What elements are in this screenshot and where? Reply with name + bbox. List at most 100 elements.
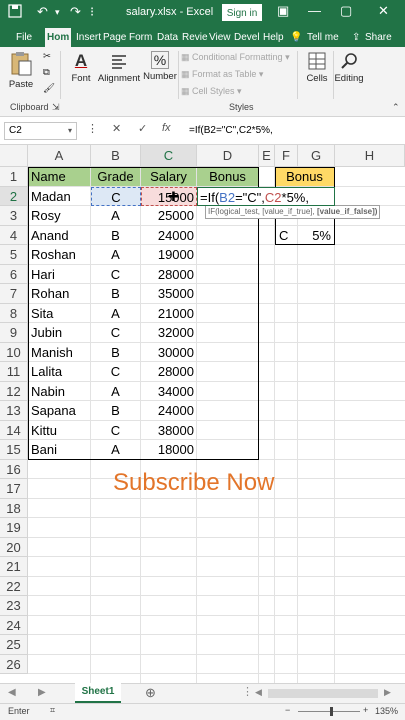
sign-in-button[interactable]: Sign in [222,4,262,21]
column-header-b[interactable]: B [91,145,141,167]
select-all-corner[interactable] [0,145,28,167]
row-header-5[interactable]: 5 [0,245,28,265]
zoom-out-icon[interactable]: − [285,705,290,715]
name-cell[interactable]: Roshan [28,245,91,265]
column-header-f[interactable]: F [275,145,298,167]
cut-icon[interactable]: ✂ [43,51,51,62]
row-header-21[interactable]: 21 [0,557,28,577]
tab-page-layout[interactable]: Page [101,28,128,47]
column-header-d[interactable]: D [197,145,259,167]
share-icon[interactable]: ⇪ [350,28,362,47]
name-box[interactable]: C2 [4,122,77,140]
salary-cell[interactable]: 19000 [141,245,197,265]
row-header-14[interactable]: 14 [0,420,28,440]
scroll-right-icon[interactable]: ▶ [384,687,391,698]
grade-cell[interactable]: B [91,284,141,304]
bonus-cell[interactable] [197,225,259,245]
row-header-16[interactable]: 16 [0,459,28,479]
bonus-cell[interactable] [197,284,259,304]
cancel-icon[interactable]: ✕ [112,122,121,135]
column-header-c[interactable]: C [141,145,197,167]
table-header-cell[interactable]: Name [28,167,91,187]
bonus-cell[interactable] [197,440,259,460]
ribbon-options-icon[interactable]: ▣ [277,3,289,19]
insert-function-icon[interactable]: fx [162,122,171,134]
dialog-launcher-icon[interactable]: ⇲ [52,102,60,113]
row-header-17[interactable]: 17 [0,479,28,499]
name-cell[interactable]: Lalita [28,362,91,382]
undo-icon[interactable]: ↶ [37,4,48,20]
grade-cell[interactable]: A [91,245,141,265]
row-header-12[interactable]: 12 [0,381,28,401]
name-cell[interactable]: Kittu [28,420,91,440]
name-cell[interactable]: Sita [28,303,91,323]
grade-cell[interactable]: B [91,401,141,421]
tell-me-search[interactable]: Tell me [305,28,341,47]
name-cell[interactable]: Sapana [28,401,91,421]
tab-split-icon[interactable]: ⋮ [242,685,253,698]
bonus-cell[interactable] [197,420,259,440]
cell-styles-button[interactable]: ▦ Cell Styles ▾ [181,86,242,97]
table-header-cell[interactable]: Bonus [197,167,259,187]
salary-cell[interactable]: 28000 [141,362,197,382]
bonus-cell[interactable] [197,303,259,323]
bonus-cell[interactable] [197,401,259,421]
tab-formulas[interactable]: Form [127,28,154,47]
column-header-e[interactable]: E [259,145,275,167]
tab-developer[interactable]: Devel [232,28,262,47]
salary-cell[interactable]: 25000 [141,206,197,226]
bonus-cell[interactable] [197,342,259,362]
spreadsheet-grid[interactable]: A B C D E F G H 1 2 3 4 5 6 7 8 9 10 11 12 13 14 15 16 17 18 19 20 2… [0,145,405,683]
undo-dropdown-icon[interactable]: ▾ [55,4,60,20]
row-header-13[interactable]: 13 [0,401,28,421]
row-header-18[interactable]: 18 [0,498,28,518]
name-cell[interactable]: Bani [28,440,91,460]
name-cell[interactable]: Rohan [28,284,91,304]
editing-button[interactable]: Editing [334,51,364,84]
salary-cell[interactable]: 35000 [141,284,197,304]
row-header-4[interactable]: 4 [0,225,28,245]
table-header-cell[interactable]: Salary [141,167,197,187]
formula-input[interactable]: =If(B2="C",C2*5%, [189,125,273,136]
row-header-3[interactable]: 3 [0,206,28,226]
row-header-11[interactable]: 11 [0,362,28,382]
grade-cell[interactable]: C [91,264,141,284]
name-box-dropdown-icon[interactable]: ▾ [68,126,72,135]
zoom-in-icon[interactable]: + [363,705,368,715]
customize-qa-icon[interactable]: ⁝ [90,4,94,20]
row-header-24[interactable]: 24 [0,615,28,635]
format-painter-icon[interactable]: 🖌 [43,83,55,94]
row-header-19[interactable]: 19 [0,518,28,538]
name-cell[interactable]: Madan [28,186,91,206]
row-header-2[interactable]: 2 [0,186,28,206]
sheet-tab-sheet1[interactable]: Sheet1 [75,683,121,703]
row-header-22[interactable]: 22 [0,576,28,596]
horizontal-scrollbar[interactable] [268,689,378,698]
accessibility-icon[interactable]: ⌗ [50,705,55,716]
name-cell[interactable]: Jubin [28,323,91,343]
column-header-a[interactable]: A [28,145,91,167]
minimize-icon[interactable]: — [308,3,321,18]
tab-data[interactable]: Data [155,28,180,47]
prev-sheet-icon[interactable]: ◀ [8,687,16,698]
row-header-25[interactable]: 25 [0,635,28,655]
format-as-table-button[interactable]: ▦ Format as Table ▾ [181,69,263,80]
name-cell[interactable]: Manish [28,342,91,362]
salary-cell[interactable]: 34000 [141,381,197,401]
salary-cell[interactable]: 24000 [141,225,197,245]
restore-icon[interactable]: ▢ [340,3,352,19]
column-header-h[interactable]: H [335,145,405,167]
table-header-cell[interactable]: Grade [91,167,141,187]
row-header-20[interactable]: 20 [0,537,28,557]
grade-cell[interactable]: C [91,323,141,343]
salary-cell[interactable]: 21000 [141,303,197,323]
row-header-26[interactable]: 26 [0,654,28,674]
zoom-slider[interactable] [298,711,360,712]
bonus-rate-cell[interactable]: 5% [298,225,335,245]
tab-review[interactable]: Revie [180,28,210,47]
grade-cell[interactable]: A [91,206,141,226]
grade-cell[interactable]: C [91,420,141,440]
enter-icon[interactable]: ✓ [138,122,147,135]
scroll-left-icon[interactable]: ◀ [255,687,262,698]
name-cell[interactable]: Anand [28,225,91,245]
